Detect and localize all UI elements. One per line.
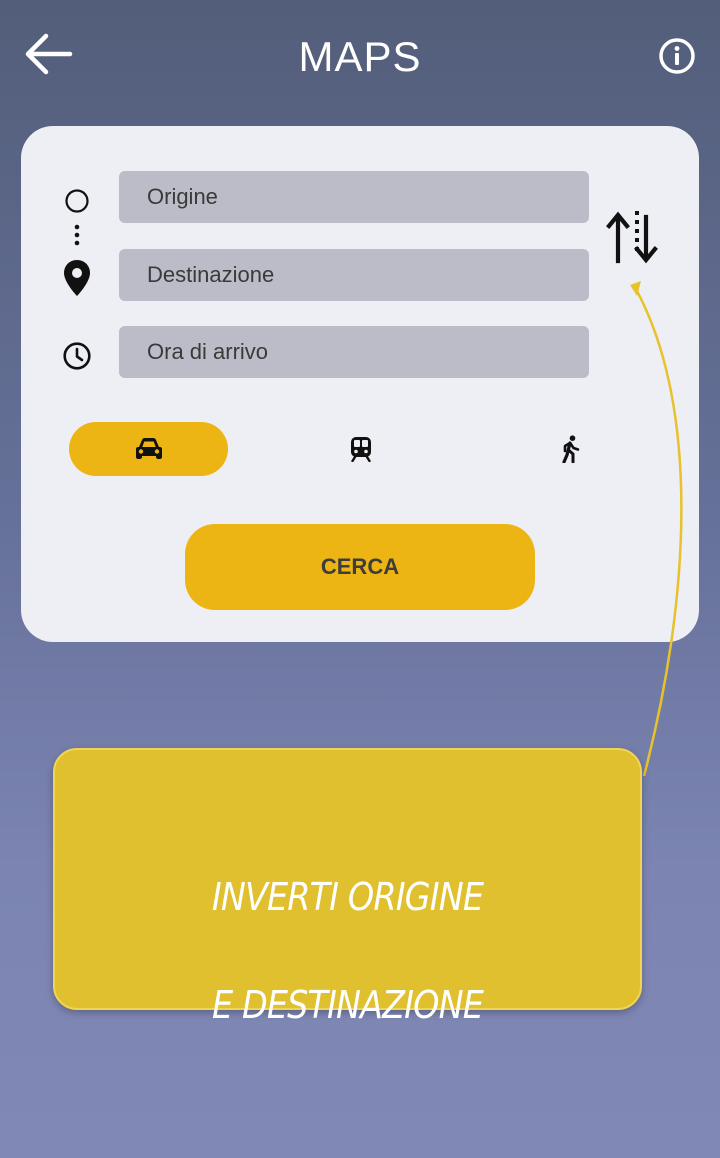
callout-text: INVERTI ORIGINE E DESTINAZIONE [90,816,605,1032]
swap-vertical-icon [606,211,658,264]
car-icon [135,438,162,459]
search-button[interactable]: CERCA [185,524,535,610]
origin-circle-icon [65,189,89,213]
train-icon [350,437,371,462]
arrival-time-input[interactable] [119,326,589,378]
callout-line-1: INVERTI ORIGINE [211,875,484,919]
destination-input[interactable] [119,249,589,301]
info-circle-icon [659,38,695,74]
origin-input[interactable] [119,171,589,223]
tooltip-callout: INVERTI ORIGINE E DESTINAZIONE [53,748,642,1027]
callout-line-2: E DESTINAZIONE [212,983,484,1027]
app-header: MAPS [0,0,720,115]
page-title: MAPS [298,33,422,80]
swap-button[interactable] [606,209,658,265]
location-pin-icon [64,260,90,296]
clock-icon [63,342,91,370]
route-card: CERCA [21,126,699,642]
walk-icon [561,435,579,463]
info-button[interactable] [657,36,697,76]
mode-car-button[interactable] [69,422,228,476]
mode-walk-button[interactable] [491,422,650,476]
route-dots-icon [74,224,80,246]
mode-train-button[interactable] [281,422,440,476]
